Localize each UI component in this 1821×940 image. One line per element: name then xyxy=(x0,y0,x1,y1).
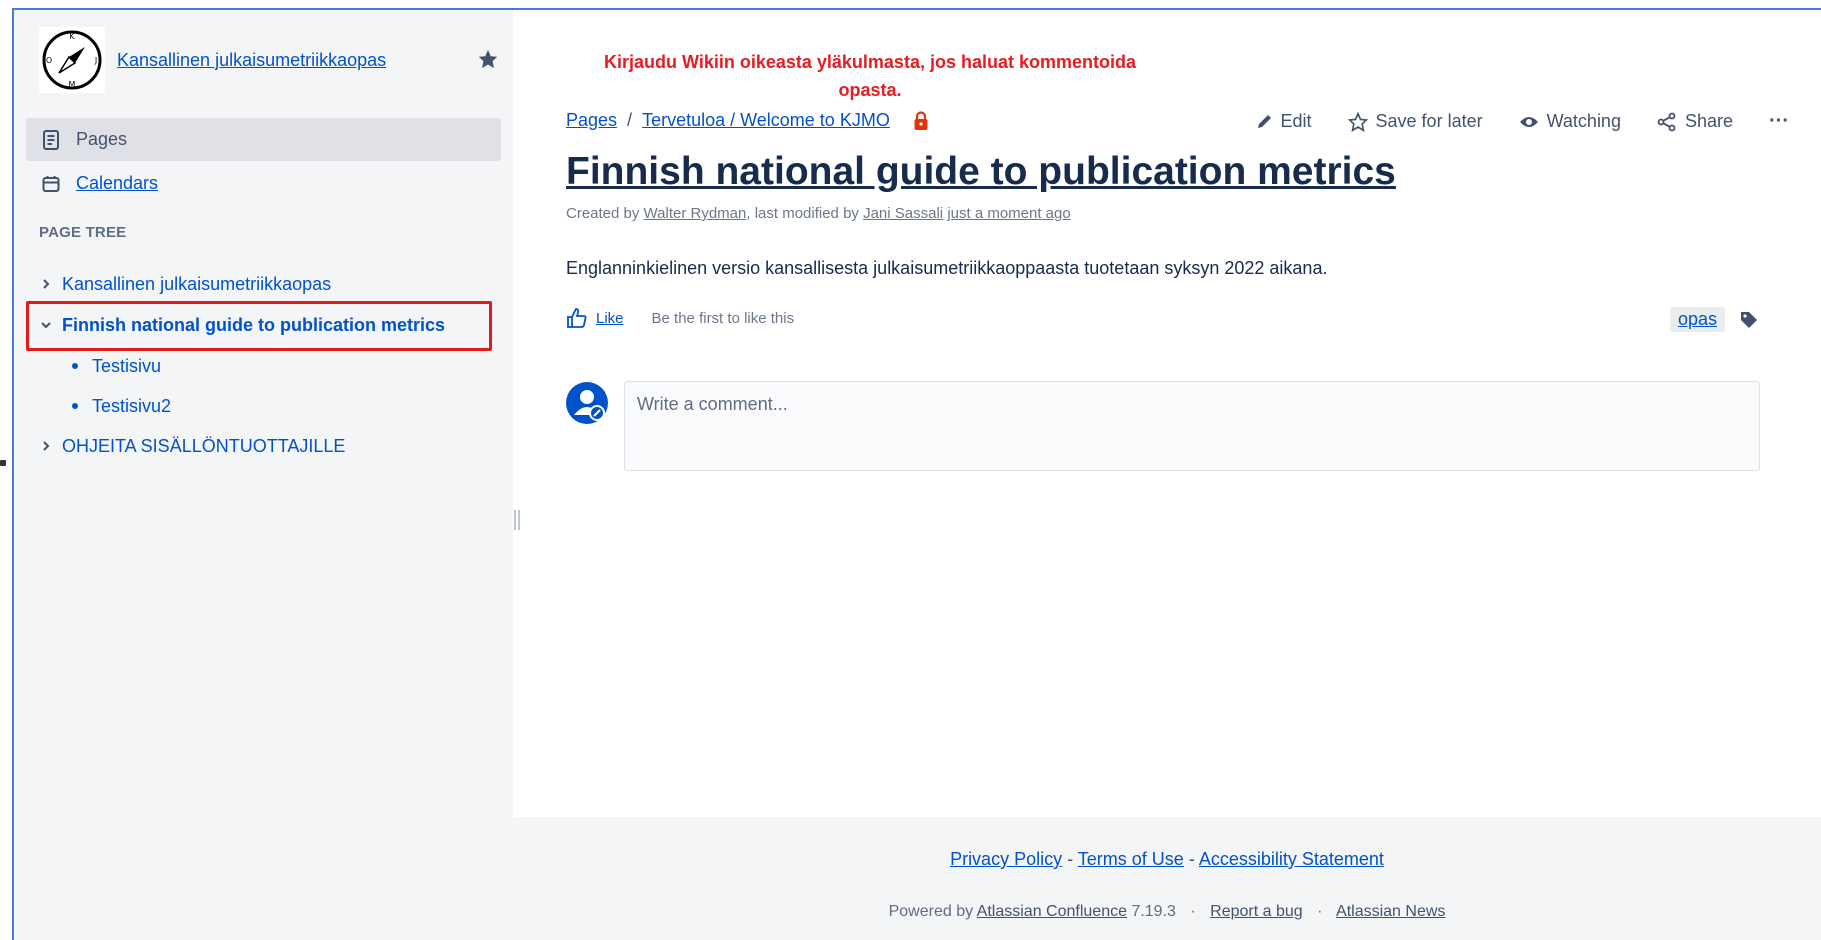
labels-row: opas xyxy=(1669,307,1759,332)
tree-item-ohjeita[interactable]: OHJEITA SISÄLLÖNTUOTTAJILLE xyxy=(36,426,345,466)
space-logo[interactable]: K J M O xyxy=(39,27,105,93)
star-icon[interactable] xyxy=(477,48,499,70)
modifier-link[interactable]: Jani Sassali xyxy=(863,205,943,222)
modified-time-link[interactable]: just a moment ago xyxy=(947,205,1070,222)
label-tag-opas[interactable]: opas xyxy=(1669,307,1725,332)
pencil-icon xyxy=(1257,114,1271,128)
like-row: Like Be the first to like this xyxy=(566,307,794,329)
footer-powered-by: Powered by Atlassian Confluence 7.19.3 ·… xyxy=(888,903,1446,920)
login-notice: Kirjaudu Wikiin oikeasta yläkulmasta, jo… xyxy=(604,52,1136,100)
tree-item-testisivu2[interactable]: Testisivu2 xyxy=(72,386,171,426)
tree-item-kansallinen[interactable]: Kansallinen julkaisumetriikkaopas xyxy=(36,264,331,304)
space-header: K J M O Kansallinen julkaisumetriikkaopa… xyxy=(39,26,499,94)
share-button[interactable]: Share xyxy=(1657,111,1733,132)
breadcrumb-pages[interactable]: Pages xyxy=(566,110,617,131)
like-link[interactable]: Like xyxy=(596,310,624,327)
calendar-icon xyxy=(42,175,60,192)
atlassian-news-link[interactable]: Atlassian News xyxy=(1336,903,1445,920)
report-bug-link[interactable]: Report a bug xyxy=(1210,903,1303,920)
tree-item-label: Kansallinen julkaisumetriikkaopas xyxy=(62,273,332,294)
chevron-right-icon[interactable] xyxy=(36,436,56,456)
page-icon xyxy=(43,129,59,150)
chevron-right-icon[interactable] xyxy=(36,274,56,294)
highlight-annotation xyxy=(26,301,492,351)
comment-input[interactable]: Write a comment... xyxy=(624,381,1760,471)
sidebar: K J M O Kansallinen julkaisumetriikkaopa… xyxy=(14,10,513,940)
breadcrumb-welcome[interactable]: Tervetuloa / Welcome to KJMO xyxy=(642,110,890,131)
tag-icon[interactable] xyxy=(1739,310,1759,330)
sidebar-item-calendars[interactable]: Calendars xyxy=(26,162,501,205)
compass-icon: K J M O xyxy=(42,30,102,90)
terms-of-use-link[interactable]: Terms of Use xyxy=(1078,849,1184,869)
edge-marker xyxy=(0,460,6,466)
tree-item-label: OHJEITA SISÄLLÖNTUOTTAJILLE xyxy=(62,435,346,456)
creator-link[interactable]: Walter Rydman xyxy=(644,205,747,222)
atlassian-confluence-link[interactable]: Atlassian Confluence xyxy=(977,903,1127,920)
accessibility-statement-link[interactable]: Accessibility Statement xyxy=(1199,849,1384,869)
thumbs-up-icon[interactable] xyxy=(566,307,588,329)
svg-text:O: O xyxy=(46,56,52,65)
sidebar-item-label: Pages xyxy=(76,129,128,149)
lock-icon[interactable] xyxy=(912,110,930,131)
page-tree-heading: PAGE TREE xyxy=(39,224,127,241)
sidebar-item-label: Calendars xyxy=(76,173,159,193)
share-icon xyxy=(1657,112,1676,131)
tree-item-testisivu[interactable]: Testisivu xyxy=(72,346,161,386)
bullet-icon xyxy=(72,403,78,409)
more-icon: ··· xyxy=(1769,110,1789,132)
page-actions: Edit Save for later Watching Share ··· xyxy=(1219,110,1789,133)
svg-text:J: J xyxy=(94,56,97,65)
space-name-link[interactable]: Kansallinen julkaisumetriikkaopas xyxy=(117,50,386,71)
edit-button[interactable]: Edit xyxy=(1255,111,1312,132)
bullet-icon xyxy=(72,363,78,369)
breadcrumb: Pages / Tervetuloa / Welcome to KJMO xyxy=(566,110,930,131)
page-metadata: Created by Walter Rydman, last modified … xyxy=(566,205,1071,222)
like-status: Be the first to like this xyxy=(651,309,795,327)
privacy-policy-link[interactable]: Privacy Policy xyxy=(950,849,1062,869)
sidebar-resize-handle[interactable] xyxy=(514,510,520,530)
tree-item-label: Testisivu xyxy=(92,355,162,376)
save-for-later-button[interactable]: Save for later xyxy=(1347,111,1483,132)
footer: Privacy Policy - Terms of Use - Accessib… xyxy=(513,817,1821,940)
watching-button[interactable]: Watching xyxy=(1519,111,1621,132)
svg-text:M: M xyxy=(69,80,76,89)
tree-item-label: Testisivu2 xyxy=(92,395,172,416)
footer-links: Privacy Policy - Terms of Use - Accessib… xyxy=(950,849,1384,869)
sidebar-item-pages[interactable]: Pages xyxy=(26,118,501,161)
user-avatar-icon xyxy=(566,382,608,424)
eye-icon xyxy=(1519,116,1538,127)
breadcrumb-separator: / xyxy=(627,110,633,130)
page-title[interactable]: Finnish national guide to publication me… xyxy=(566,150,1396,194)
more-actions-button[interactable]: ··· xyxy=(1769,110,1789,133)
star-outline-icon xyxy=(1347,111,1368,132)
svg-text:K: K xyxy=(69,32,75,41)
page-body-text: Englanninkielinen versio kansallisesta j… xyxy=(566,258,1328,278)
